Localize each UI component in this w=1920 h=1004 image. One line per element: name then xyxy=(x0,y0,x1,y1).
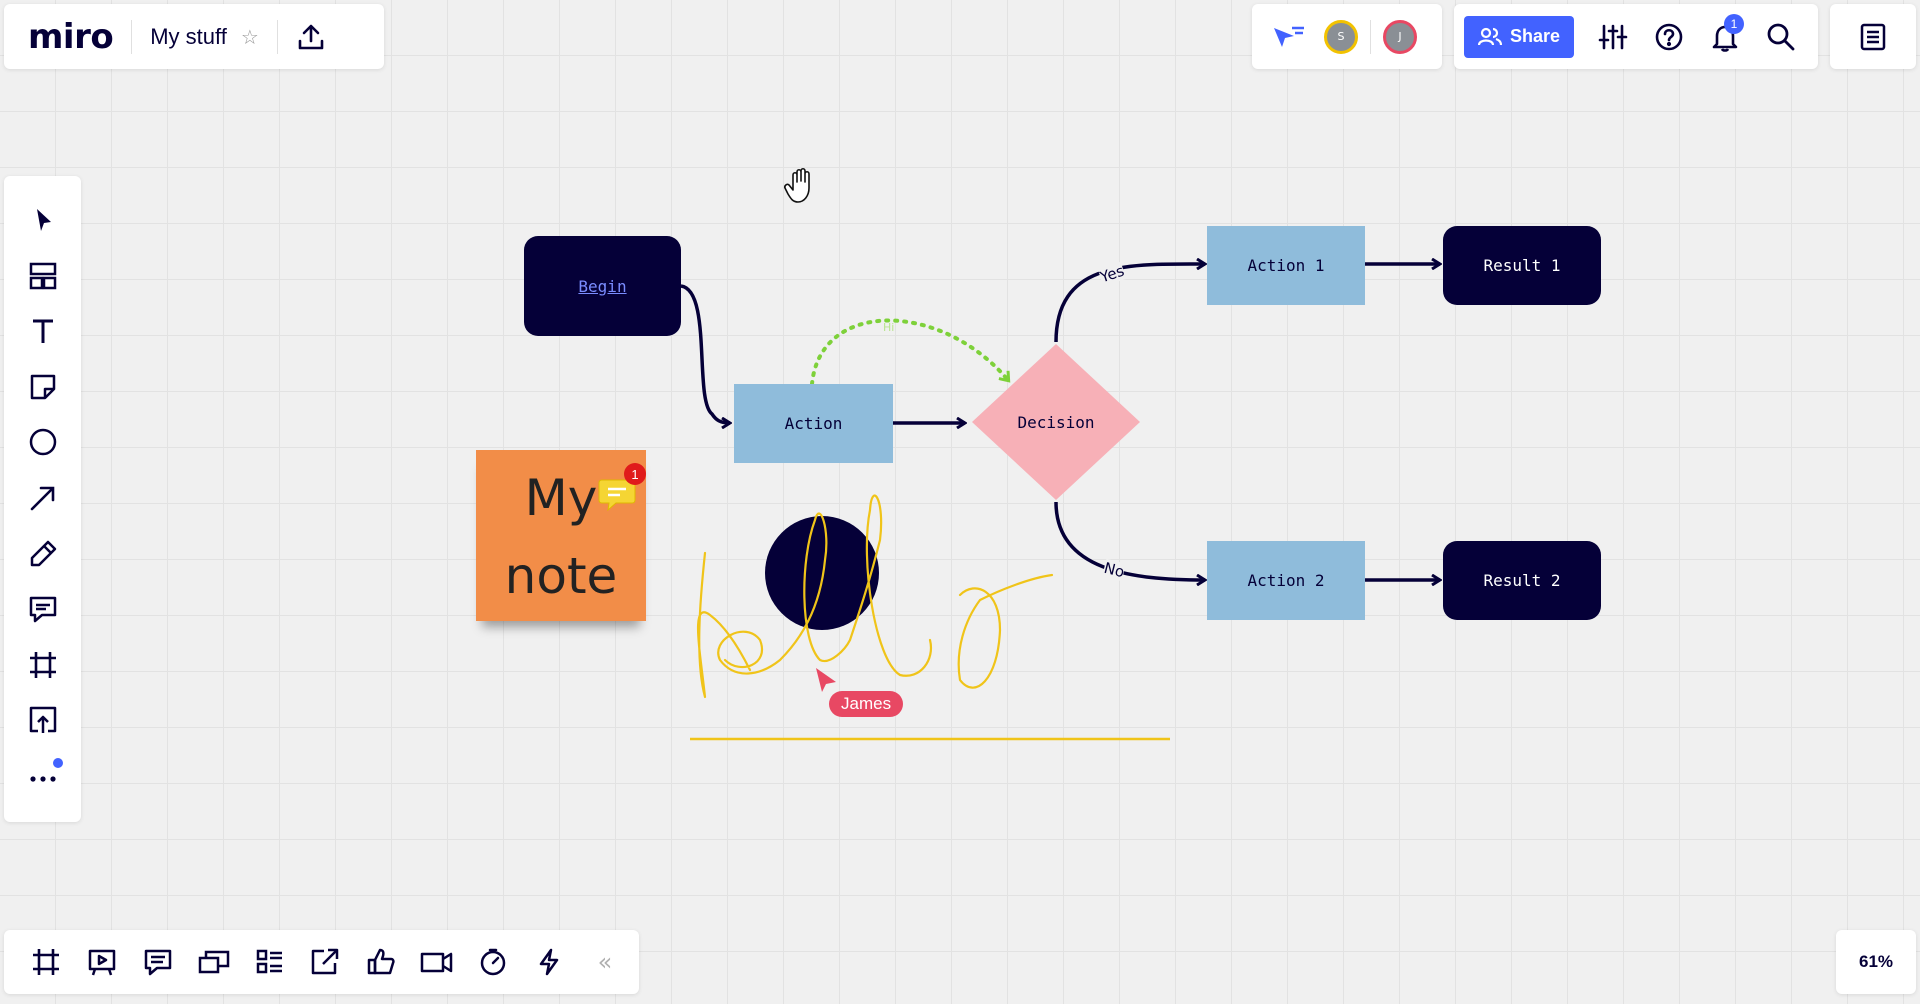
action-node[interactable]: Action xyxy=(734,384,893,463)
result1-node[interactable]: Result 1 xyxy=(1443,226,1601,305)
collapse-toolbar-button[interactable]: « xyxy=(583,940,627,984)
action-label: Action xyxy=(784,414,843,433)
begin-link[interactable]: Begin xyxy=(578,277,626,296)
search-icon[interactable] xyxy=(1766,22,1796,52)
result2-node[interactable]: Result 2 xyxy=(1443,541,1601,620)
board-header: miro My stuff ☆ xyxy=(4,4,384,69)
zoom-level-label: 61% xyxy=(1858,952,1894,971)
left-toolbar xyxy=(4,176,81,822)
notification-count-badge: 1 xyxy=(1724,13,1744,34)
text-tool-icon[interactable] xyxy=(19,307,67,355)
board-canvas[interactable]: Begin Action Decision Action 1 Action 2 … xyxy=(0,0,1920,1004)
new-indicator-dot xyxy=(52,757,63,768)
connectors-layer xyxy=(680,167,1920,741)
zoom-level-button[interactable]: 61% xyxy=(1836,930,1916,994)
action2-node[interactable]: Action 2 xyxy=(1207,541,1365,620)
frames-icon[interactable] xyxy=(24,940,68,984)
timer-icon[interactable] xyxy=(471,940,515,984)
upload-tool-icon[interactable] xyxy=(19,696,67,744)
notes-list-icon[interactable] xyxy=(1859,22,1887,52)
lightning-icon[interactable] xyxy=(527,940,571,984)
comment-tool-icon[interactable] xyxy=(19,585,67,633)
star-icon[interactable]: ☆ xyxy=(241,25,259,49)
divider xyxy=(1370,19,1371,54)
action1-label: Action 1 xyxy=(1247,256,1325,275)
james-cursor-icon xyxy=(816,668,836,692)
share-screen-icon[interactable] xyxy=(304,940,348,984)
connector-decision-action2[interactable] xyxy=(1054,501,1205,580)
james-cursor-label: James xyxy=(829,691,904,717)
cards-icon[interactable] xyxy=(192,940,236,984)
avatar-j[interactable]: J xyxy=(1383,19,1417,54)
hi-label: Hi xyxy=(883,321,895,334)
share-label: Share xyxy=(1509,26,1561,46)
avatar-s[interactable]: S xyxy=(1324,19,1358,54)
hand-cursor-icon xyxy=(784,167,810,203)
board-name[interactable]: My stuff xyxy=(150,24,227,50)
begin-node[interactable]: Begin xyxy=(524,236,681,336)
frame-tool-icon[interactable] xyxy=(19,641,67,689)
action1-node[interactable]: Action 1 xyxy=(1207,226,1365,305)
result2-label: Result 2 xyxy=(1483,571,1561,590)
voting-icon[interactable] xyxy=(359,940,403,984)
connector-begin-action[interactable] xyxy=(680,284,730,423)
decision-label-wrap: Decision xyxy=(985,405,1127,439)
action2-label: Action 2 xyxy=(1247,571,1325,590)
divider xyxy=(131,19,133,54)
connector-decision-action1[interactable] xyxy=(1054,264,1205,343)
share-button[interactable]: Share xyxy=(1464,15,1574,58)
kanban-icon[interactable] xyxy=(248,940,292,984)
people-icon xyxy=(1477,27,1502,45)
divider xyxy=(276,19,278,54)
templates-tool-icon[interactable] xyxy=(19,252,67,300)
collapse-label: « xyxy=(597,948,613,976)
dotted-connector-hi[interactable] xyxy=(810,318,1008,386)
sticky-line2: note xyxy=(504,546,618,605)
sticky-note[interactable]: My note xyxy=(476,450,646,621)
presentation-icon[interactable] xyxy=(80,940,124,984)
miro-logo[interactable]: miro xyxy=(28,17,114,57)
more-tools-icon[interactable] xyxy=(19,752,67,800)
board-notes-panel xyxy=(1830,4,1916,69)
share-panel: Share 1 xyxy=(1454,4,1818,69)
export-icon[interactable] xyxy=(296,22,326,52)
circle-shape[interactable] xyxy=(765,516,879,630)
comments-list-icon[interactable] xyxy=(136,940,180,984)
result1-label: Result 1 xyxy=(1483,256,1561,275)
video-chat-icon[interactable] xyxy=(415,940,459,984)
avatar-s-initial: S xyxy=(1337,30,1345,43)
pen-tool-icon[interactable] xyxy=(19,530,67,578)
avatar-j-initial: J xyxy=(1398,30,1402,43)
collaboration-panel: S J xyxy=(1252,4,1442,69)
connection-line-tool-icon[interactable] xyxy=(19,474,67,522)
settings-sliders-icon[interactable] xyxy=(1598,22,1628,52)
notifications-bell-icon[interactable]: 1 xyxy=(1710,13,1744,52)
cursor-filter-icon[interactable] xyxy=(1270,22,1306,52)
sticky-note-tool-icon[interactable] xyxy=(19,363,67,411)
shape-tool-icon[interactable] xyxy=(19,418,67,466)
help-icon[interactable] xyxy=(1654,22,1684,52)
select-tool-icon[interactable] xyxy=(19,196,67,244)
comment-count-badge: 1 xyxy=(624,463,646,485)
handwriting-hello[interactable] xyxy=(696,494,1054,699)
bottom-toolbar: « xyxy=(4,930,639,994)
decision-label: Decision xyxy=(1017,412,1095,432)
